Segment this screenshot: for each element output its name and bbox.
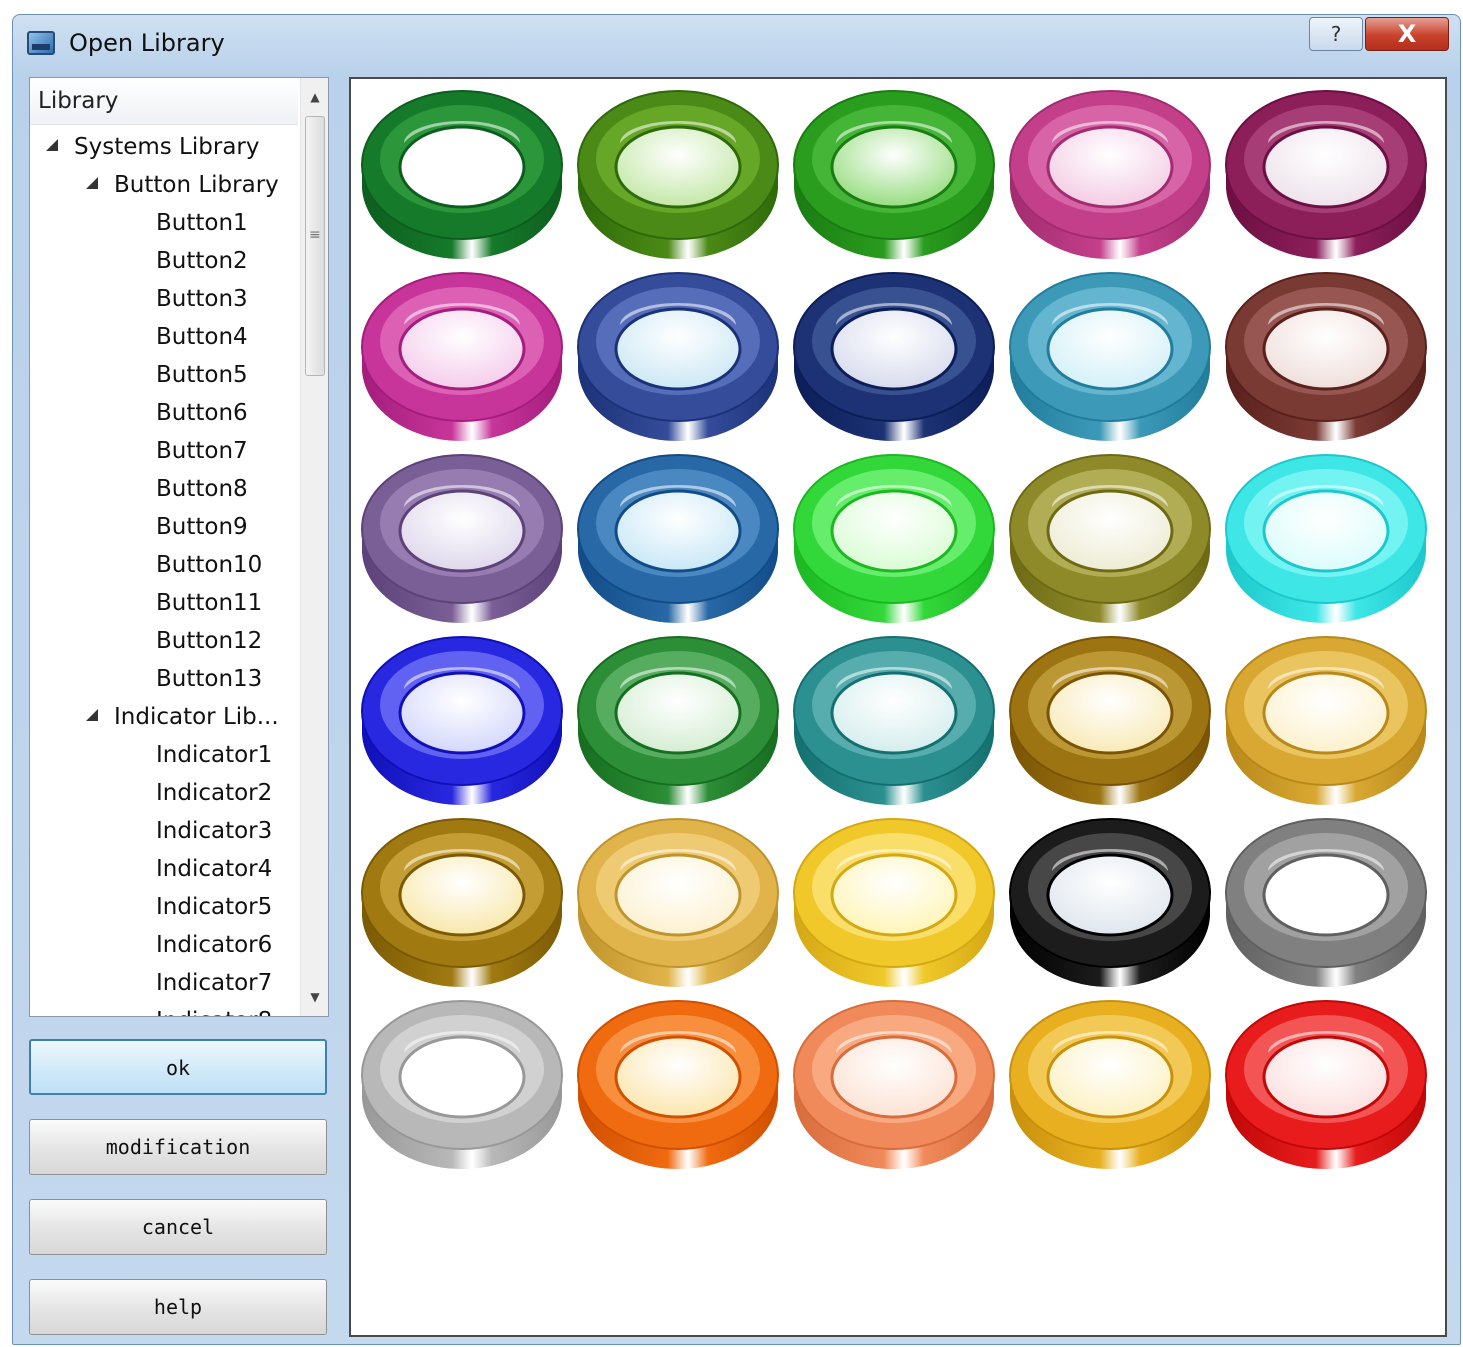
- button-preview-lavender[interactable]: [359, 449, 565, 627]
- tree-item-label: Indicator2: [156, 780, 273, 806]
- tree-item[interactable]: Button2: [156, 248, 248, 286]
- tree-item[interactable]: Button13: [156, 666, 262, 704]
- tree-node[interactable]: Systems Library: [46, 134, 259, 172]
- tree-item[interactable]: Button1: [156, 210, 248, 248]
- button-preview-brown[interactable]: [1223, 267, 1429, 445]
- tree-item[interactable]: Button5: [156, 362, 248, 400]
- button-preview-salmon[interactable]: [791, 995, 997, 1173]
- button-preview-amber[interactable]: [575, 813, 781, 991]
- close-button[interactable]: X: [1365, 17, 1449, 51]
- tree-item-label: Button10: [156, 552, 263, 578]
- tree-item[interactable]: Button4: [156, 324, 248, 362]
- scroll-thumb[interactable]: [305, 116, 325, 376]
- button-preview-navy[interactable]: [791, 267, 997, 445]
- tree-column-header[interactable]: Library: [30, 78, 298, 125]
- expand-triangle-icon[interactable]: [46, 138, 58, 151]
- button-preview-bright-green[interactable]: [791, 85, 997, 263]
- button-preview-red[interactable]: [1223, 995, 1429, 1173]
- button-preview-royal-blue[interactable]: [575, 267, 781, 445]
- tree-item[interactable]: Indicator6: [156, 932, 272, 970]
- tree-item-label: Indicator1: [156, 742, 273, 768]
- tree-item[interactable]: Button7: [156, 438, 248, 476]
- modification-button[interactable]: modification: [29, 1119, 327, 1175]
- tree-item[interactable]: Button12: [156, 628, 262, 666]
- tree-item[interactable]: Button11: [156, 590, 262, 628]
- library-preview-panel: [349, 77, 1447, 1337]
- tree-item-label: Button1: [156, 210, 248, 236]
- scroll-up-arrow-icon[interactable]: ▲: [301, 82, 328, 112]
- button-preview-khaki[interactable]: [1007, 449, 1213, 627]
- window-title: Open Library: [69, 29, 225, 57]
- tree-item-label: Button8: [156, 476, 248, 502]
- button-preview-sea-green[interactable]: [791, 631, 997, 809]
- ok-button[interactable]: ok: [29, 1039, 327, 1095]
- cancel-button[interactable]: cancel: [29, 1199, 327, 1255]
- title-bar[interactable]: Open Library ? X: [13, 15, 1460, 75]
- expand-triangle-icon[interactable]: [86, 176, 98, 189]
- tree-item-label: Button Library: [114, 172, 279, 198]
- tree-item-label: Button9: [156, 514, 248, 540]
- button-preview-aqua[interactable]: [1223, 449, 1429, 627]
- tree-item-label: Button13: [156, 666, 263, 692]
- tree-item-label: Button12: [156, 628, 263, 654]
- tree-item-label: Button7: [156, 438, 248, 464]
- tree-header-label: Library: [38, 88, 119, 114]
- button-preview-olive-green[interactable]: [575, 85, 781, 263]
- button-preview-steel-blue[interactable]: [575, 449, 781, 627]
- button-preview-bronze[interactable]: [1007, 631, 1213, 809]
- tree-item[interactable]: Indicator8: [156, 1008, 272, 1016]
- tree-item[interactable]: Indicator7: [156, 970, 272, 1008]
- button-preview-dark-gold[interactable]: [359, 813, 565, 991]
- tree-item[interactable]: Indicator1: [156, 742, 272, 780]
- button-preview-black[interactable]: [1007, 813, 1213, 991]
- button-preview-golden-yellow[interactable]: [1007, 995, 1213, 1173]
- tree-node[interactable]: Indicator Lib...: [86, 704, 279, 742]
- help-title-button[interactable]: ?: [1309, 17, 1363, 51]
- tree-item-label: Indicator5: [156, 894, 273, 920]
- tree-item-label: Button11: [156, 590, 263, 616]
- button-preview-gray[interactable]: [1223, 813, 1429, 991]
- tree-node[interactable]: Button Library: [86, 172, 279, 210]
- tree-item-label: Button6: [156, 400, 248, 426]
- button-preview-green-white[interactable]: [359, 85, 565, 263]
- help-button[interactable]: help: [29, 1279, 327, 1335]
- tree-item-label: Button5: [156, 362, 248, 388]
- button-preview-blue[interactable]: [359, 631, 565, 809]
- tree-item-label: Indicator4: [156, 856, 273, 882]
- button-preview-silver[interactable]: [359, 995, 565, 1173]
- tree-scrollbar[interactable]: ▲ ▼: [300, 78, 328, 1016]
- expand-triangle-icon[interactable]: [86, 708, 98, 721]
- button-preview-forest[interactable]: [575, 631, 781, 809]
- tree-item[interactable]: Indicator3: [156, 818, 272, 856]
- button-preview-orange[interactable]: [575, 995, 781, 1173]
- tree-item[interactable]: Indicator5: [156, 894, 272, 932]
- tree-item-label: Indicator7: [156, 970, 273, 996]
- scroll-down-arrow-icon[interactable]: ▼: [301, 982, 328, 1012]
- tree-item[interactable]: Button6: [156, 400, 248, 438]
- tree-item-label: Button4: [156, 324, 248, 350]
- window-app-icon: [27, 31, 55, 55]
- tree-item-label: Systems Library: [74, 134, 260, 160]
- tree-item[interactable]: Button10: [156, 552, 262, 590]
- tree-item-label: Button2: [156, 248, 248, 274]
- tree-item[interactable]: Indicator2: [156, 780, 272, 818]
- button-preview-lime[interactable]: [791, 449, 997, 627]
- tree-item[interactable]: Button8: [156, 476, 248, 514]
- tree-item[interactable]: Indicator4: [156, 856, 272, 894]
- button-preview-plum[interactable]: [1223, 85, 1429, 263]
- button-preview-teal[interactable]: [1007, 267, 1213, 445]
- button-preview-pink[interactable]: [1007, 85, 1213, 263]
- tree-item-label: Indicator8: [156, 1008, 272, 1016]
- open-library-dialog: Open Library ? X Library Systems Library…: [12, 14, 1461, 1345]
- tree-item-label: Button3: [156, 286, 248, 312]
- tree-item[interactable]: Button3: [156, 286, 248, 324]
- button-preview-magenta[interactable]: [359, 267, 565, 445]
- tree-item[interactable]: Button9: [156, 514, 248, 552]
- tree-item-label: Indicator6: [156, 932, 273, 958]
- button-preview-yellow[interactable]: [791, 813, 997, 991]
- button-preview-gold[interactable]: [1223, 631, 1429, 809]
- tree-item-label: Indicator Lib...: [114, 704, 279, 730]
- library-tree-panel: Library Systems Library Button Library But…: [29, 77, 329, 1017]
- tree-item-label: Indicator3: [156, 818, 273, 844]
